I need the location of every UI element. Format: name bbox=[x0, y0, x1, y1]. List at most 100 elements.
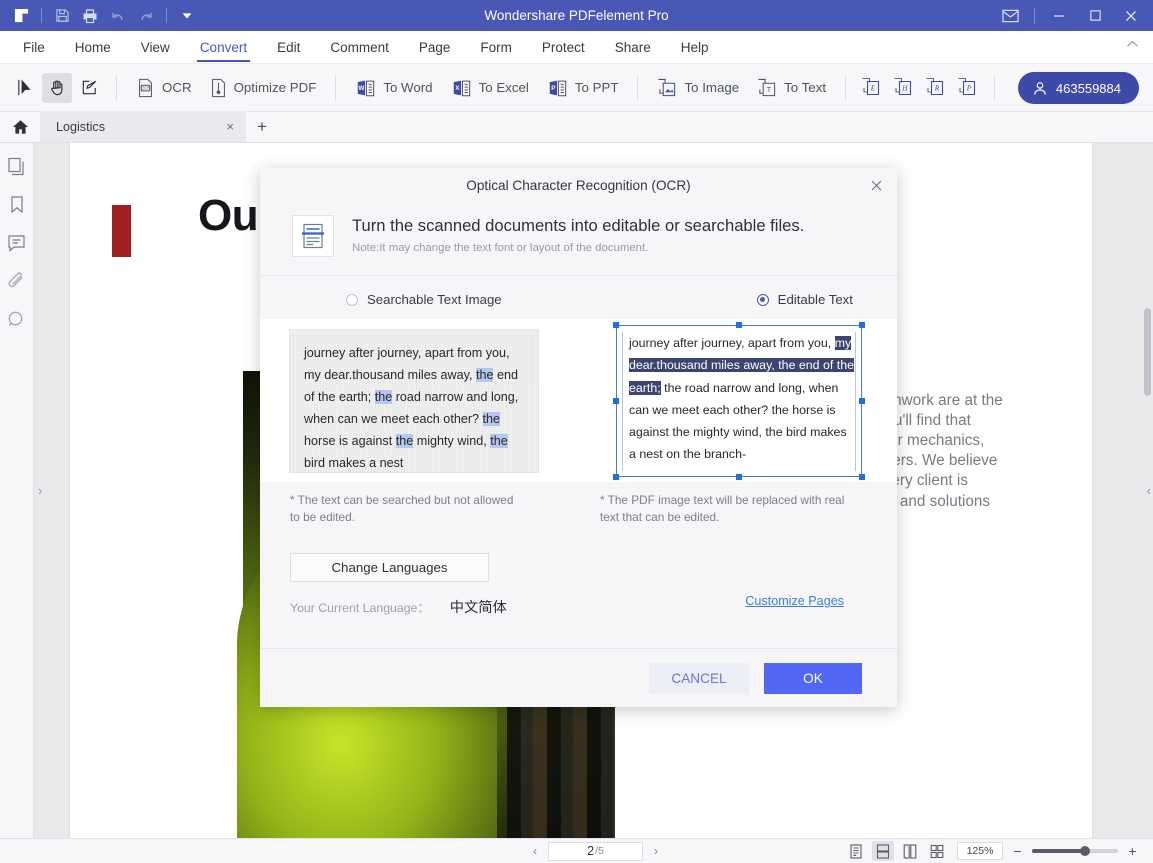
menu-item-help[interactable]: Help bbox=[666, 31, 724, 64]
ok-button[interactable]: OK bbox=[764, 662, 862, 694]
bookmark-icon[interactable] bbox=[4, 193, 30, 217]
mail-icon[interactable] bbox=[992, 0, 1028, 31]
collapse-right-panel-icon[interactable]: ‹ bbox=[1147, 483, 1151, 498]
ocr-dialog: Optical Character Recognition (OCR) Turn… bbox=[260, 168, 897, 707]
application-window: Wondershare PDFelement Pro File Home Vie… bbox=[0, 0, 1153, 863]
maximize-icon[interactable] bbox=[1077, 0, 1113, 31]
optimize-pdf-button[interactable]: Optimize PDF bbox=[201, 71, 326, 105]
account-button[interactable]: 463559884 bbox=[1017, 72, 1139, 104]
resize-handle-tl[interactable] bbox=[613, 322, 619, 328]
menu-item-convert[interactable]: Convert bbox=[185, 31, 262, 64]
radio-option-searchable-text-image[interactable]: Searchable Text Image bbox=[346, 292, 502, 307]
grid-view-icon[interactable] bbox=[926, 841, 948, 861]
chevron-right-icon[interactable]: › bbox=[649, 844, 663, 858]
divider bbox=[845, 75, 847, 100]
ocr-button[interactable]: OCR OCR bbox=[127, 71, 201, 105]
svg-text:E: E bbox=[870, 84, 876, 93]
resize-handle-bl[interactable] bbox=[613, 474, 619, 480]
plus-icon[interactable]: + bbox=[246, 111, 278, 142]
resize-handle-ml[interactable] bbox=[613, 398, 619, 404]
save-icon[interactable] bbox=[49, 4, 75, 28]
search-icon[interactable] bbox=[4, 307, 30, 331]
radio-option-editable-text[interactable]: Editable Text bbox=[756, 292, 853, 307]
document-tab[interactable]: Logistics × bbox=[40, 111, 246, 142]
preview-editable-text: journey after journey, apart from you, m… bbox=[613, 322, 865, 480]
menu-item-file[interactable]: File bbox=[8, 31, 60, 64]
ocr-dialog-header: Optical Character Recognition (OCR) bbox=[260, 168, 897, 203]
thumbnails-icon[interactable] bbox=[4, 155, 30, 179]
collapse-left-panel-icon[interactable]: › bbox=[38, 483, 42, 498]
to-word-label: To Word bbox=[383, 80, 433, 95]
hand-tool-icon[interactable] bbox=[42, 72, 72, 103]
zoom-level-value[interactable]: 125% bbox=[957, 842, 1003, 860]
home-icon[interactable] bbox=[0, 111, 40, 142]
to-html-icon[interactable]: H bbox=[888, 73, 918, 103]
to-epub-icon[interactable]: E bbox=[856, 73, 886, 103]
ocr-banner-note: Note:It may change the text font or layo… bbox=[352, 242, 649, 254]
ocr-banner: Turn the scanned documents into editable… bbox=[260, 203, 897, 276]
divider bbox=[116, 75, 117, 100]
menu-item-share[interactable]: Share bbox=[600, 31, 666, 64]
resize-handle-mr[interactable] bbox=[859, 398, 865, 404]
menu-item-page[interactable]: Page bbox=[404, 31, 466, 64]
resize-handle-tc[interactable] bbox=[736, 322, 742, 328]
radio-button[interactable] bbox=[346, 293, 358, 306]
close-icon[interactable]: × bbox=[220, 119, 240, 134]
left-sidebar bbox=[0, 143, 34, 838]
resize-handle-tr[interactable] bbox=[859, 322, 865, 328]
dropdown-icon[interactable] bbox=[174, 4, 200, 28]
to-pages-icon[interactable]: P bbox=[952, 73, 982, 103]
menu-item-comment[interactable]: Comment bbox=[315, 31, 404, 64]
title-bar: Wondershare PDFelement Pro bbox=[0, 0, 1153, 31]
svg-text:P: P bbox=[966, 84, 972, 93]
ocr-mode-options: Searchable Text Image Editable Text bbox=[260, 276, 897, 319]
menu-item-view[interactable]: View bbox=[126, 31, 185, 64]
zoom-slider[interactable] bbox=[1032, 846, 1118, 856]
attachment-icon[interactable] bbox=[4, 269, 30, 293]
select-tool-icon[interactable] bbox=[10, 73, 40, 103]
to-rtf-icon[interactable]: R bbox=[920, 73, 950, 103]
redo-icon[interactable] bbox=[133, 4, 159, 28]
resize-handle-bc[interactable] bbox=[736, 474, 742, 480]
to-word-icon: W bbox=[355, 78, 376, 98]
edit-tool-icon[interactable] bbox=[74, 73, 104, 103]
zoom-in-button[interactable]: + bbox=[1127, 843, 1138, 859]
to-image-button[interactable]: To Image bbox=[648, 71, 748, 105]
zoom-slider-knob[interactable] bbox=[1080, 846, 1090, 856]
resize-handle-br[interactable] bbox=[859, 474, 865, 480]
app-logo-icon bbox=[8, 4, 34, 28]
menu-item-protect[interactable]: Protect bbox=[527, 31, 600, 64]
menu-item-form[interactable]: Form bbox=[465, 31, 527, 64]
minimize-icon[interactable] bbox=[1041, 0, 1077, 31]
menu-item-edit[interactable]: Edit bbox=[262, 31, 315, 64]
zoom-out-button[interactable]: − bbox=[1012, 843, 1023, 859]
print-icon[interactable] bbox=[77, 4, 103, 28]
undo-icon[interactable] bbox=[105, 4, 131, 28]
menu-item-home[interactable]: Home bbox=[60, 31, 126, 64]
ocr-label: OCR bbox=[162, 80, 192, 95]
to-excel-button[interactable]: X To Excel bbox=[442, 71, 538, 105]
ocr-preview-row: journey after journey, apart from you, m… bbox=[260, 319, 897, 482]
vertical-scrollbar[interactable] bbox=[1144, 308, 1151, 396]
continuous-view-icon[interactable] bbox=[872, 841, 894, 861]
to-ppt-label: To PPT bbox=[574, 80, 619, 95]
close-icon[interactable] bbox=[1113, 0, 1149, 31]
preview-left-text: journey after journey, apart from you, m… bbox=[304, 342, 524, 474]
to-text-button[interactable]: T To Text bbox=[748, 71, 835, 105]
to-word-button[interactable]: W To Word bbox=[346, 71, 441, 105]
preview-right-text: journey after journey, apart from you, m… bbox=[629, 332, 855, 466]
page-number-input[interactable]: 2 /5 bbox=[548, 841, 643, 861]
svg-text:OCR: OCR bbox=[141, 85, 150, 90]
radio-button-selected[interactable] bbox=[756, 293, 769, 306]
chevron-up-icon[interactable] bbox=[1126, 40, 1139, 48]
tab-strip: Logistics × + bbox=[0, 111, 1153, 143]
close-icon[interactable] bbox=[866, 175, 886, 195]
two-page-view-icon[interactable] bbox=[899, 841, 921, 861]
to-ppt-button[interactable]: P To PPT bbox=[538, 71, 628, 105]
change-languages-button[interactable]: Change Languages bbox=[290, 553, 489, 582]
chevron-left-icon[interactable]: ‹ bbox=[528, 844, 542, 858]
comment-icon[interactable] bbox=[4, 231, 30, 255]
single-page-view-icon[interactable] bbox=[845, 841, 867, 861]
customize-pages-link[interactable]: Customize Pages bbox=[745, 594, 844, 608]
cancel-button[interactable]: CANCEL bbox=[649, 663, 749, 693]
